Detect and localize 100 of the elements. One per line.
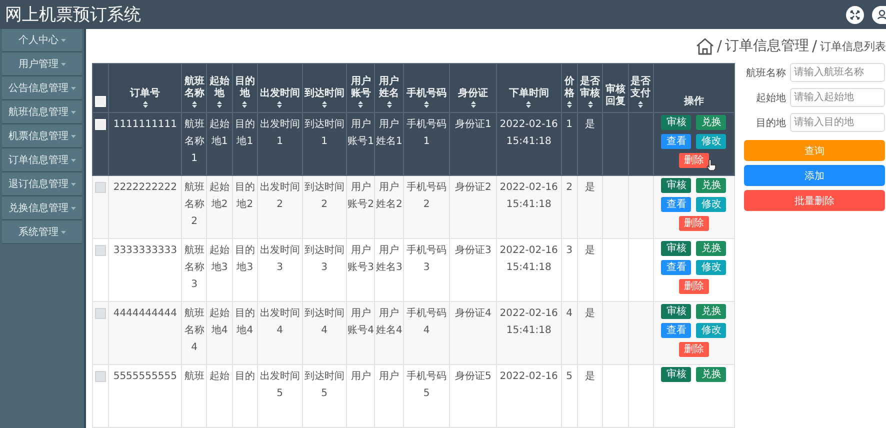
app-title: 网上机票预订系统 — [4, 4, 141, 26]
caret-icon — [70, 134, 76, 138]
action-button[interactable]: 审核 — [661, 367, 692, 382]
sidebar-item[interactable]: 系统管理 — [2, 221, 82, 244]
sidebar-item[interactable]: 航班信息管理 — [2, 101, 82, 124]
table-cell: 航班名称2 — [184, 182, 204, 227]
table-cell: 用户姓名1 — [376, 119, 402, 147]
sidebar-item[interactable]: 用户管理 — [2, 53, 82, 76]
action-button[interactable]: 兑换 — [696, 367, 726, 382]
field-label: 目的地 — [755, 116, 786, 130]
checkbox[interactable] — [95, 244, 106, 256]
caret-icon — [60, 230, 66, 234]
table-cell: 是 — [585, 308, 596, 319]
hand-cursor-icon — [706, 159, 716, 171]
caret-icon — [70, 206, 76, 210]
table-cell: 用户 — [379, 371, 400, 382]
table-cell: 是 — [585, 245, 596, 256]
action-button[interactable]: 查看 — [661, 134, 692, 149]
breadcrumb-item[interactable]: 订单信息管理 — [724, 37, 809, 55]
field-label: 起始地 — [755, 92, 786, 104]
table-cell: 起始地3 — [210, 245, 230, 273]
table-cell: 目的 — [234, 371, 255, 382]
table-cell: 目的地1 — [234, 119, 255, 147]
table-cell: 4 — [566, 308, 573, 319]
action-button[interactable]: 修改 — [696, 260, 726, 275]
sidebar-item[interactable]: 退订信息管理 — [2, 173, 82, 196]
table-cell: 用户 — [350, 371, 371, 382]
table-cell: 2222222222 — [113, 182, 177, 193]
home-icon — [696, 38, 714, 54]
user-icon[interactable] — [872, 6, 886, 24]
table-cell: 手机号码3 — [406, 245, 447, 273]
search-button[interactable]: 查询 — [744, 140, 885, 161]
table-cell: 身份证1 — [454, 119, 492, 130]
table-cell: 5 — [566, 371, 573, 382]
sidebar-item[interactable]: 机票信息管理 — [2, 125, 82, 148]
table-cell: 手机号码2 — [406, 182, 447, 210]
table-cell: 起始 — [210, 371, 230, 382]
table-cell: 到达时间5 — [304, 371, 344, 399]
table-cell: 出发时间3 — [260, 245, 300, 273]
table-cell: 航班名称4 — [184, 308, 204, 353]
table-cell: 手机号码5 — [406, 371, 447, 399]
sidebar-item[interactable]: 个人中心 — [2, 29, 82, 52]
table-cell: 目的地4 — [234, 308, 255, 336]
column-header: 操作 — [682, 96, 705, 108]
action-button[interactable]: 修改 — [696, 197, 726, 212]
input-field[interactable]: 请输入目的地 — [790, 113, 885, 132]
table-cell: 手机号码1 — [406, 119, 447, 147]
table-cell: 1 — [566, 119, 573, 130]
table-cell: 到达时间1 — [304, 119, 344, 147]
action-button[interactable]: 修改 — [696, 134, 726, 149]
table-cell: 2022-02-16 15:41:18 — [500, 182, 558, 210]
action-button[interactable]: 删除 — [678, 342, 709, 357]
action-button[interactable]: 兑换 — [696, 178, 726, 193]
action-button[interactable]: 查看 — [661, 323, 692, 338]
sidebar-item[interactable]: 兑换信息管理 — [2, 197, 82, 220]
table-cell: 航班 — [184, 371, 204, 382]
table-cell: 2022-02-16 15:41:18 — [500, 308, 558, 336]
table-cell: 2022-02-16 15:41:18 — [500, 119, 558, 147]
action-button[interactable]: 删除 — [678, 153, 709, 168]
table-cell: 5555555555 — [113, 371, 177, 382]
action-button[interactable]: 查看 — [661, 197, 692, 212]
action-button[interactable]: 审核 — [661, 304, 692, 319]
action-button[interactable]: 兑换 — [696, 241, 726, 256]
breadcrumb-separator: / — [716, 37, 722, 55]
action-button[interactable]: 修改 — [696, 323, 726, 338]
table-cell: 用户账号2 — [348, 182, 374, 210]
action-button[interactable]: 删除 — [678, 216, 709, 231]
sidebar-item[interactable]: 订单信息管理 — [2, 149, 82, 172]
sidebar-item[interactable]: 公告信息管理 — [2, 77, 82, 100]
table-cell: 出发时间4 — [260, 308, 300, 336]
action-button[interactable]: 审核 — [661, 178, 692, 193]
caret-icon — [70, 158, 76, 162]
table-cell: 手机号码4 — [406, 308, 447, 336]
action-button[interactable]: 删除 — [678, 279, 709, 294]
checkbox[interactable] — [95, 182, 106, 193]
table-cell: 身份证2 — [454, 182, 492, 193]
table-cell: 2022-02-16 15:41:18 — [500, 245, 558, 273]
table-cell: 用户姓名3 — [376, 245, 402, 273]
table-cell: 出发时间1 — [260, 119, 300, 147]
table-cell: 起始地1 — [210, 119, 230, 147]
delete-button[interactable]: 批量删除 — [744, 190, 885, 211]
checkbox[interactable] — [95, 370, 106, 382]
action-button[interactable]: 兑换 — [696, 304, 726, 319]
table-cell: 用户账号3 — [348, 245, 374, 273]
action-button[interactable]: 兑换 — [696, 115, 726, 130]
table-cell: 航班名称3 — [184, 245, 204, 290]
checkbox[interactable] — [95, 308, 106, 319]
fullscreen-icon[interactable] — [846, 6, 864, 24]
field-label: 航班名称 — [745, 66, 786, 80]
table-cell: 到达时间4 — [304, 308, 344, 336]
action-button[interactable]: 审核 — [661, 241, 692, 256]
input-field[interactable]: 请输入航班名称 — [790, 63, 885, 82]
action-button[interactable]: 查看 — [661, 260, 692, 275]
add-button[interactable]: 添加 — [744, 165, 885, 186]
table-cell: 目的地2 — [234, 182, 255, 210]
table-cell: 2 — [566, 182, 573, 193]
input-field[interactable]: 请输入起始地 — [790, 88, 885, 107]
table-cell: 用户姓名4 — [376, 308, 402, 336]
action-button[interactable]: 审核 — [661, 115, 692, 130]
table-cell: 目的地3 — [234, 245, 255, 273]
